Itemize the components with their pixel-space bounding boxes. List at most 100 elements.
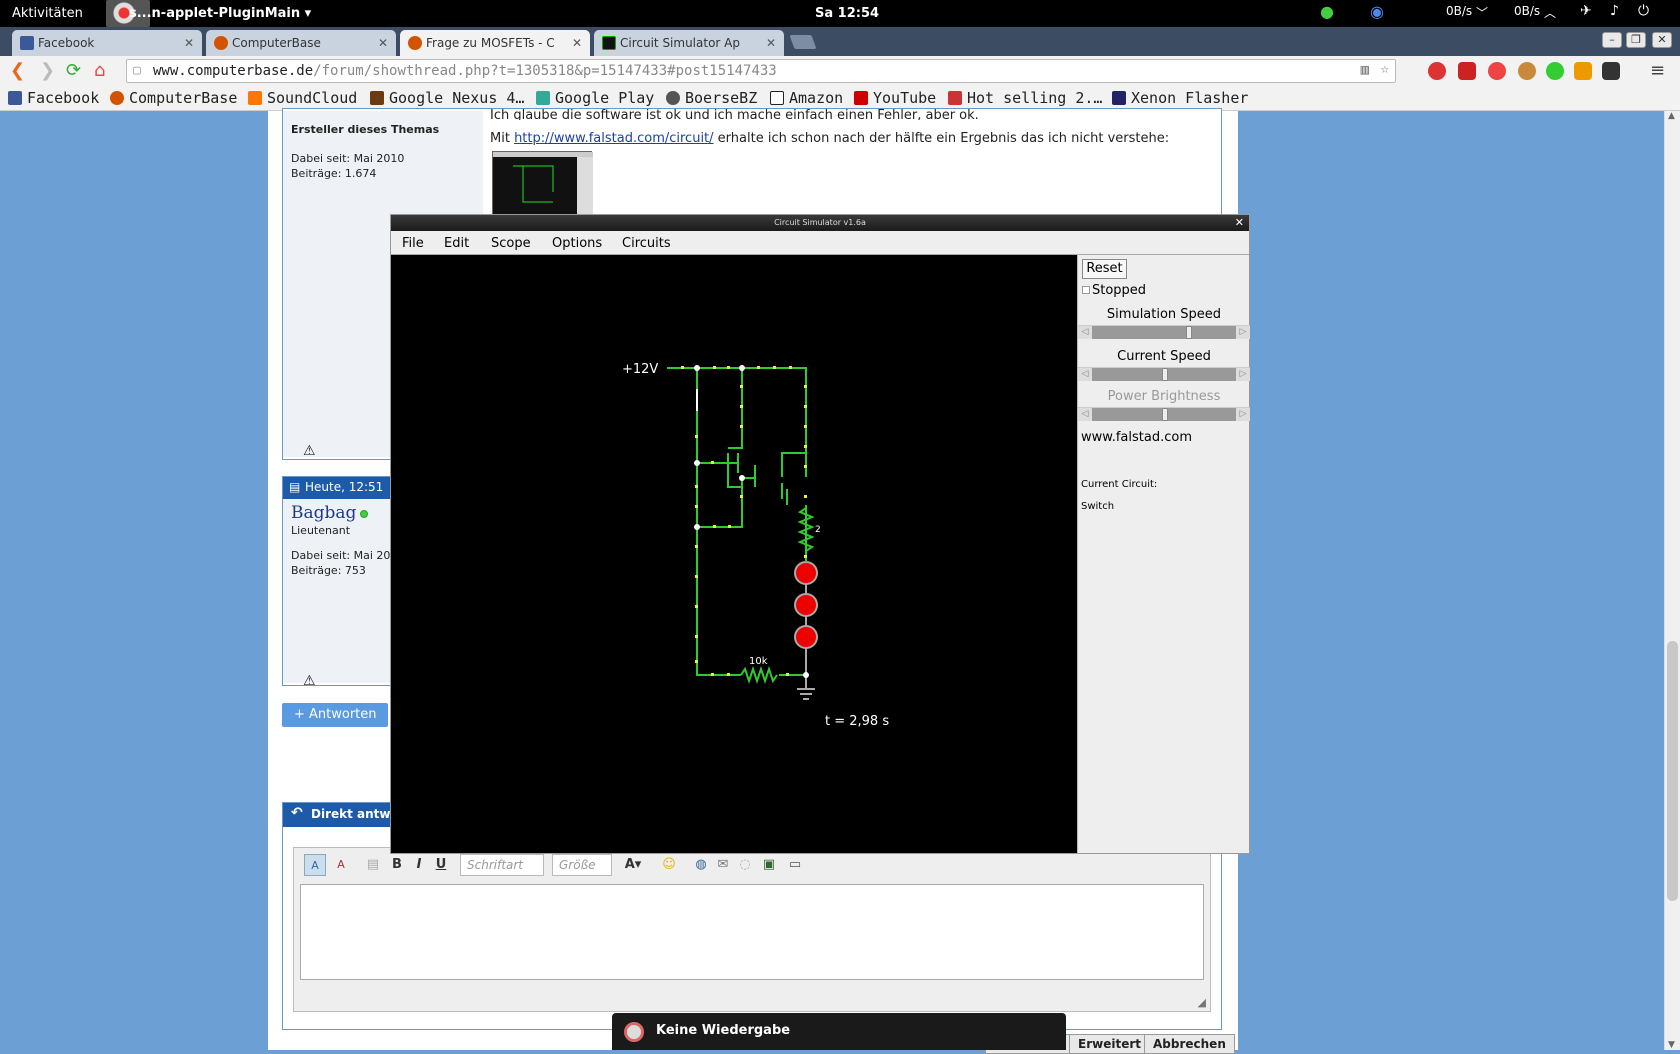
circuit-diagram[interactable]: +12V 2 10k t = 2,98 s	[391, 255, 1077, 853]
bookmark-facebook[interactable]: Facebook	[8, 89, 99, 107]
remove-format-icon[interactable]: A	[330, 854, 352, 876]
unlink-icon[interactable]: ◌	[734, 854, 756, 876]
wysiwyg-icon[interactable]: A	[304, 854, 326, 876]
led-2[interactable]	[794, 593, 818, 617]
close-icon[interactable]: ✕	[184, 36, 194, 50]
image-icon[interactable]: ▣	[758, 854, 780, 876]
resistor-r2[interactable]	[740, 665, 778, 685]
back-arrow-icon[interactable]: ❮	[10, 60, 25, 81]
quote-icon[interactable]: ▭	[784, 854, 806, 876]
led-3[interactable]	[794, 625, 818, 649]
right-arrow-icon[interactable]: ▷	[1236, 326, 1250, 339]
close-window-button[interactable]: ✕	[1652, 32, 1672, 48]
reader-icon[interactable]: ▥	[1361, 62, 1369, 78]
volume-icon[interactable]: ♪	[1610, 3, 1619, 19]
left-arrow-icon[interactable]: ◁	[1078, 408, 1092, 421]
tab-facebook[interactable]: Facebook ✕	[12, 30, 202, 56]
text-color-icon[interactable]: A▾	[622, 854, 644, 876]
smiley-icon[interactable]: ☺	[658, 854, 680, 876]
close-icon[interactable]: ✕	[378, 36, 388, 50]
bookmark-xenon-flasher[interactable]: Xenon Flasher	[1112, 89, 1248, 107]
falstad-link[interactable]: http://www.falstad.com/circuit/	[514, 131, 713, 146]
slider-thumb[interactable]	[1186, 326, 1192, 339]
power-icon[interactable]: ⏻	[1638, 3, 1649, 19]
address-bar[interactable]: ▢ www.computerbase.de/forum/showthread.p…	[126, 59, 1396, 83]
bookmark-nexus[interactable]: Google Nexus 4…	[370, 89, 524, 107]
stopped-checkbox[interactable]: Stopped	[1082, 283, 1146, 298]
bookmark-soundcloud[interactable]: SoundCloud	[248, 89, 357, 107]
star-icon[interactable]: ☆	[1381, 61, 1389, 77]
tab-mosfet-thread[interactable]: Frage zu MOSFETs - C ✕	[400, 30, 590, 56]
adblock-icon[interactable]	[1428, 62, 1446, 80]
maximize-button[interactable]: ❐	[1626, 32, 1646, 48]
scroll-down-icon[interactable]: ▼	[1668, 1040, 1675, 1050]
virus-ext-icon[interactable]	[1488, 62, 1506, 80]
led-1[interactable]	[794, 561, 818, 585]
menu-options[interactable]: Options	[552, 236, 602, 251]
bookmark-ext-icon[interactable]	[1458, 62, 1476, 80]
clock[interactable]: Sa 12:54	[815, 6, 879, 21]
bookmark-google-play[interactable]: Google Play	[536, 89, 654, 107]
sim-titlebar[interactable]: Circuit Simulator v1.6a ✕	[391, 215, 1249, 231]
left-arrow-icon[interactable]: ◁	[1078, 326, 1092, 339]
tab-computerbase[interactable]: ComputerBase ✕	[206, 30, 396, 56]
username-link[interactable]: Bagbag	[291, 503, 356, 523]
message-textarea[interactable]	[300, 884, 1204, 980]
airplane-icon[interactable]: ✈	[1580, 3, 1592, 19]
paste-icon[interactable]: ▤	[362, 854, 384, 876]
balloon-ext-icon[interactable]	[1546, 62, 1564, 80]
power-brightness-slider[interactable]: ◁ ▷	[1078, 407, 1250, 421]
basket-icon[interactable]	[1574, 62, 1592, 80]
advanced-button[interactable]: Erweitert	[1069, 1034, 1150, 1054]
font-select[interactable]: Schriftart	[460, 854, 544, 876]
bookmark-hot-selling[interactable]: Hot selling 2.…	[948, 89, 1102, 107]
report-warning-icon[interactable]: ⚠	[303, 443, 316, 459]
circuit-canvas[interactable]: +12V 2 10k t = 2,98 s	[391, 255, 1077, 853]
left-arrow-icon[interactable]: ◁	[1078, 368, 1092, 381]
cancel-button[interactable]: Abbrechen	[1144, 1034, 1235, 1054]
bold-icon[interactable]: B	[386, 854, 408, 876]
menu-circuits[interactable]: Circuits	[622, 236, 671, 251]
bookmark-youtube[interactable]: YouTube	[854, 89, 936, 107]
balloon-icon[interactable]: ●	[1320, 2, 1334, 21]
slider-thumb[interactable]	[1162, 408, 1168, 421]
menu-scope[interactable]: Scope	[491, 236, 531, 251]
menu-file[interactable]: File	[402, 236, 424, 251]
phone-icon[interactable]	[1602, 62, 1620, 80]
app-menu[interactable]: s...n-applet-PluginMain ▾	[129, 6, 311, 21]
page-scrollbar[interactable]: ▲ ▼	[1664, 111, 1680, 1050]
report-warning-icon[interactable]: ⚠	[303, 673, 316, 689]
resize-handle-icon[interactable]: ◢	[1198, 996, 1206, 1009]
right-arrow-icon[interactable]: ▷	[1236, 408, 1250, 421]
slider-thumb[interactable]	[1162, 368, 1168, 381]
menu-edit[interactable]: Edit	[444, 236, 469, 251]
scroll-up-icon[interactable]: ▲	[1668, 111, 1675, 121]
cookie-icon[interactable]	[1518, 62, 1536, 80]
reply-button[interactable]: + Antworten	[282, 703, 388, 727]
home-icon[interactable]: ⌂	[94, 60, 105, 81]
sim-speed-slider[interactable]: ◁ ▷	[1078, 325, 1250, 339]
underline-icon[interactable]: U	[430, 854, 452, 876]
reset-button[interactable]: Reset	[1082, 259, 1127, 279]
current-speed-slider[interactable]: ◁ ▷	[1078, 367, 1250, 381]
right-arrow-icon[interactable]: ▷	[1236, 368, 1250, 381]
bookmark-boersebz[interactable]: BoerseBZ	[666, 89, 757, 107]
bookmark-amazon[interactable]: Amazon	[770, 89, 843, 107]
link-icon[interactable]: ◍	[690, 854, 712, 876]
resistor-r1[interactable]	[797, 507, 815, 552]
minimize-button[interactable]: –	[1602, 32, 1622, 48]
chrome-tray-icon[interactable]: ◉	[1370, 2, 1384, 21]
activities-button[interactable]: Aktivitäten	[12, 6, 83, 21]
screenshot-thumbnail[interactable]	[492, 151, 593, 216]
bookmark-computerbase[interactable]: ComputerBase	[110, 89, 237, 107]
close-icon[interactable]: ✕	[1235, 215, 1244, 231]
scrollbar-thumb[interactable]	[1667, 641, 1678, 901]
email-icon[interactable]: ✉	[712, 854, 734, 876]
size-select[interactable]: Größe	[552, 854, 612, 876]
media-notification[interactable]: Keine Wiedergabe	[612, 1013, 1066, 1050]
forward-arrow-icon[interactable]: ❯	[40, 60, 55, 81]
close-icon[interactable]: ✕	[766, 36, 776, 50]
new-tab-button[interactable]	[789, 35, 817, 49]
reload-icon[interactable]: ⟳	[66, 60, 81, 81]
italic-icon[interactable]: I	[408, 854, 430, 876]
